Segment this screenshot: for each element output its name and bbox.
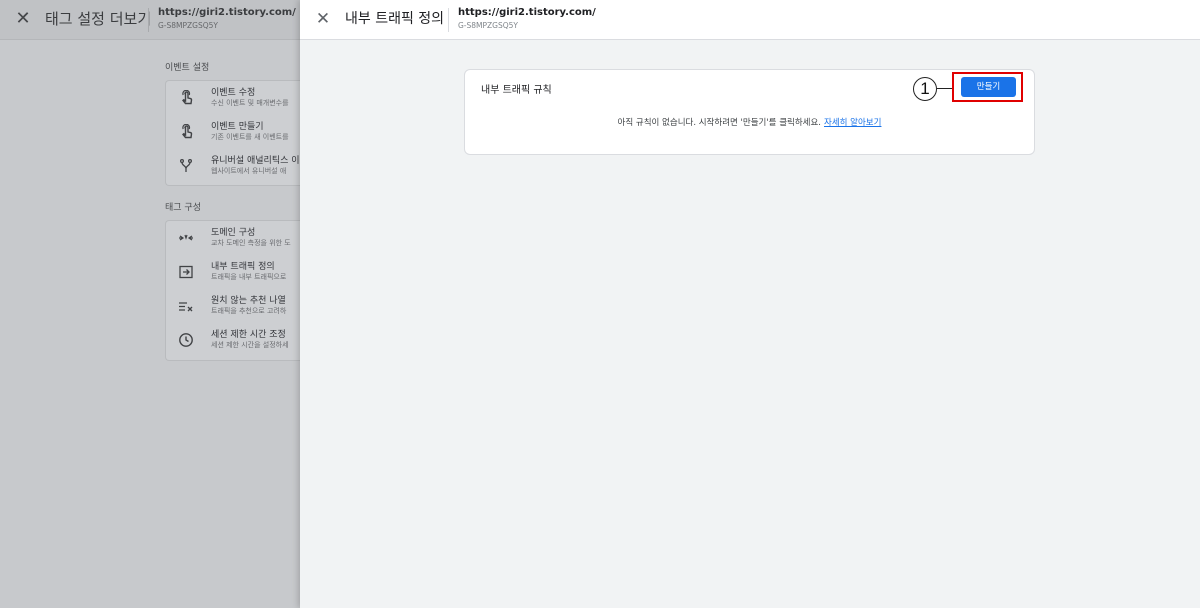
list-item-modify-events: 이벤트 수정 수신 이벤트 및 매개변수를 (166, 82, 306, 116)
stream-url: https://giri2.tistory.com/ (458, 7, 596, 18)
background-title: 태그 설정 더보기 (45, 10, 152, 28)
header-divider (148, 8, 149, 32)
list-item-subtitle: 수신 이벤트 및 매개변수를 (211, 99, 289, 107)
drawer-header: ✕ 내부 트래픽 정의 https://giri2.tistory.com/ G… (300, 0, 1200, 40)
list-item-title: 세션 제한 시간 조정 (211, 330, 286, 340)
tag-configuration-card: 도메인 구성 교차 도메인 측정을 위한 도 내부 트래픽 정의 트래픽을 내부… (165, 220, 306, 361)
measurement-id: G-S8MPZGSQ5Y (458, 21, 519, 30)
list-item-title: 도메인 구성 (211, 228, 256, 238)
internal-traffic-rules-card: 내부 트래픽 규칙 아직 규칙이 없습니다. 시작하려면 '만들기'를 클릭하세… (464, 69, 1035, 155)
empty-state-text: 아직 규칙이 없습니다. 시작하려면 '만들기'를 클릭하세요. (617, 118, 821, 128)
touch-icon (182, 124, 193, 139)
list-item-subtitle: 교차 도메인 측정을 위한 도 (211, 239, 291, 247)
list-item-title: 유니버설 애널리틱스 이 (211, 156, 300, 166)
list-item-subtitle: 웹사이트에서 유니버설 애 (211, 167, 287, 175)
list-item-unwanted-referrals: 원치 않는 추천 나열 트래픽을 추천으로 고려하 (166, 290, 306, 324)
clock-icon (179, 333, 193, 347)
list-item-universal-analytics: 유니버설 애널리틱스 이 웹사이트에서 유니버설 애 (166, 150, 306, 184)
list-item-title: 이벤트 수정 (211, 88, 256, 98)
list-item-subtitle: 트래픽을 내부 트래픽으로 (211, 273, 287, 281)
event-settings-card: 이벤트 수정 수신 이벤트 및 매개변수를 이벤트 만들기 기존 이벤트를 새 … (165, 80, 306, 186)
background-settings-panel: ✕ 태그 설정 더보기 https://giri2.tistory.com/ G… (0, 0, 306, 608)
list-item-subtitle: 트래픽을 추천으로 고려하 (211, 307, 287, 315)
header-divider (448, 8, 449, 32)
list-item-create-events: 이벤트 만들기 기존 이벤트를 새 이벤트를 (166, 116, 306, 150)
list-item-subtitle: 기존 이벤트를 새 이벤트를 (211, 133, 289, 141)
list-item-define-internal-traffic: 내부 트래픽 정의 트래픽을 내부 트래픽으로 (166, 256, 306, 290)
list-item-title: 내부 트래픽 정의 (211, 262, 275, 272)
section-label-event-settings: 이벤트 설정 (165, 63, 210, 73)
filter-list-icon (179, 302, 193, 312)
section-label-tag-configuration: 태그 구성 (165, 203, 201, 213)
fork-icon (179, 159, 193, 172)
list-item-session-timeout: 세션 제한 시간 조정 세션 제한 시간을 설정하세 (166, 324, 306, 358)
drawer-title: 내부 트래픽 정의 (345, 11, 445, 27)
learn-more-link[interactable]: 자세히 알아보기 (824, 118, 881, 128)
internal-traffic-drawer: ✕ 내부 트래픽 정의 https://giri2.tistory.com/ G… (300, 0, 1200, 608)
create-button[interactable]: 만들기 (961, 77, 1016, 97)
background-stream-url: https://giri2.tistory.com/ (158, 7, 296, 18)
close-icon[interactable]: ✕ (314, 8, 332, 30)
merge-icon (179, 234, 193, 241)
annotation-connector (937, 88, 952, 89)
input-icon (179, 265, 193, 279)
background-measurement-id: G-S8MPZGSQ5Y (158, 21, 219, 30)
list-item-subtitle: 세션 제한 시간을 설정하세 (211, 341, 289, 349)
touch-icon (182, 90, 193, 105)
empty-state-message: 아직 규칙이 없습니다. 시작하려면 '만들기'를 클릭하세요. 자세히 알아보기 (465, 116, 1034, 128)
rules-card-title: 내부 트래픽 규칙 (481, 85, 552, 96)
step-number-annotation: 1 (913, 77, 937, 101)
background-header: ✕ 태그 설정 더보기 https://giri2.tistory.com/ G… (0, 0, 300, 40)
list-item-title: 이벤트 만들기 (211, 122, 264, 132)
list-item-title: 원치 않는 추천 나열 (211, 296, 286, 306)
list-item-configure-domains: 도메인 구성 교차 도메인 측정을 위한 도 (166, 222, 306, 256)
background-close-icon: ✕ (15, 8, 31, 29)
